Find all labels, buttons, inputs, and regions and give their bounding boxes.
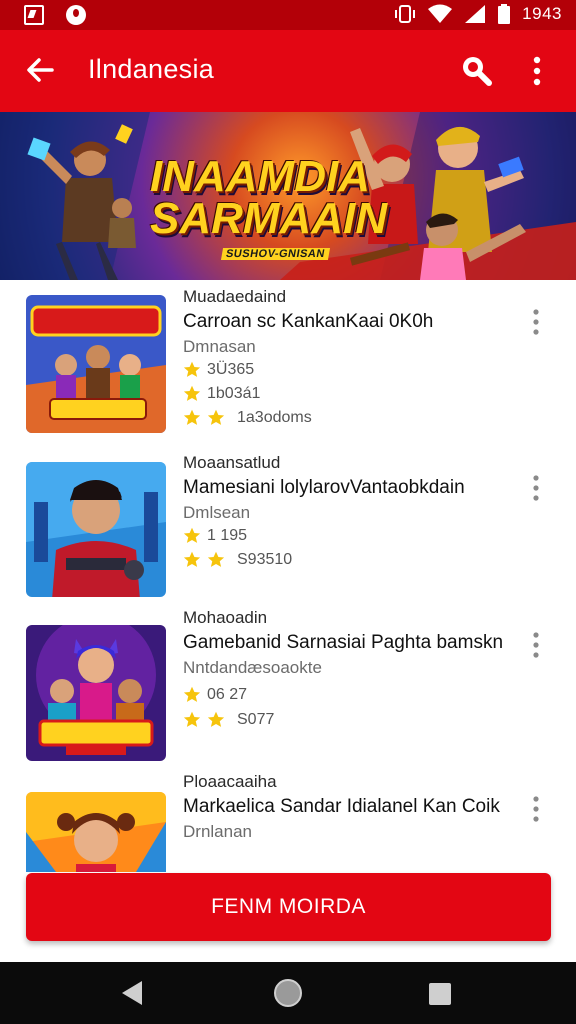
game-category: Dmnasan bbox=[183, 337, 256, 356]
star-icon bbox=[183, 361, 201, 377]
nav-recents-icon[interactable] bbox=[429, 983, 451, 1005]
game-title: Markaelica Sandar Idialanel Kan Coik bbox=[183, 796, 500, 817]
star-icon bbox=[183, 385, 201, 401]
banner-title-line2: SARMAAIN bbox=[150, 194, 388, 243]
rating-row: 1a3odoms bbox=[183, 409, 312, 427]
game-category: Drnlanan bbox=[183, 822, 252, 841]
rating-value: S93510 bbox=[237, 551, 293, 568]
gallery-notification-icon bbox=[24, 5, 44, 25]
rating-value: 1 195 bbox=[207, 527, 248, 544]
more-vert-icon[interactable] bbox=[526, 795, 546, 823]
game-category: Nntdandæsoaokte bbox=[183, 658, 322, 677]
wifi-icon bbox=[428, 4, 453, 23]
nav-back-icon[interactable] bbox=[120, 980, 144, 1006]
more-vert-icon[interactable] bbox=[522, 54, 552, 88]
game-developer: Ploaacaaiha bbox=[183, 772, 277, 791]
rating-value: 3Ü365 bbox=[207, 361, 255, 378]
game-title: Mamesiani lolylarovVantaobkdain bbox=[183, 477, 465, 498]
rating-row: 1 195 bbox=[183, 527, 247, 545]
game-thumbnail bbox=[26, 625, 166, 761]
app-bar: Ilndanesia bbox=[0, 30, 576, 112]
page-title: Ilndanesia bbox=[88, 54, 215, 84]
game-developer: Mohaoadin bbox=[183, 608, 268, 627]
primary-action-button[interactable]: FENM MOIRDA bbox=[26, 873, 551, 941]
game-thumbnail-art bbox=[26, 462, 166, 597]
game-thumbnail bbox=[26, 295, 166, 433]
battery-icon bbox=[498, 4, 511, 24]
search-icon[interactable] bbox=[458, 52, 494, 88]
game-title: Gamebanid Sarnasiai Paghta bamskn bbox=[183, 632, 504, 653]
star-icon bbox=[207, 711, 225, 727]
system-nav-bar bbox=[0, 962, 576, 1024]
game-developer: Muadaedaind bbox=[183, 287, 287, 306]
rating-row: 1b03á1 bbox=[183, 385, 260, 403]
nav-home-icon[interactable] bbox=[274, 979, 302, 1007]
vibrate-icon bbox=[395, 5, 416, 23]
game-thumbnail-art bbox=[26, 625, 166, 761]
rating-value: 06 27 bbox=[207, 686, 248, 703]
app-screen: 1943 Ilndanesia INAAMDIA SARMAAIN SUSHOV… bbox=[0, 0, 576, 1024]
star-icon bbox=[183, 409, 201, 425]
promo-banner[interactable]: INAAMDIA SARMAAIN SUSHOV-GNISAN bbox=[0, 112, 576, 280]
game-thumbnail-art bbox=[26, 295, 166, 433]
star-icon bbox=[183, 711, 201, 727]
game-category: Dmlsean bbox=[183, 503, 251, 522]
more-vert-icon[interactable] bbox=[526, 631, 546, 659]
game-developer: Moaansatlud bbox=[183, 453, 281, 472]
star-icon bbox=[207, 551, 225, 567]
banner-title: INAAMDIA SARMAAIN bbox=[150, 152, 388, 243]
game-thumbnail bbox=[26, 792, 166, 872]
rating-value: 1a3odoms bbox=[237, 409, 312, 426]
status-bar: 1943 bbox=[0, 0, 576, 30]
app-notification-icon bbox=[66, 5, 86, 25]
rating-row: 06 27 bbox=[183, 686, 247, 704]
game-thumbnail-art bbox=[26, 792, 166, 872]
clock: 1943 bbox=[522, 4, 562, 23]
star-icon bbox=[183, 527, 201, 543]
banner-title-line1: INAAMDIA bbox=[150, 152, 370, 201]
rating-row: 3Ü365 bbox=[183, 361, 254, 379]
star-icon bbox=[183, 686, 201, 702]
back-arrow-icon[interactable] bbox=[22, 52, 58, 88]
banner-subtitle: SUSHOV-GNISAN bbox=[220, 248, 330, 260]
game-thumbnail bbox=[26, 462, 166, 597]
game-title: Carroan sc KankanKaai 0K0h bbox=[183, 311, 434, 332]
rating-row: S93510 bbox=[183, 551, 292, 569]
more-vert-icon[interactable] bbox=[526, 308, 546, 336]
rating-value: 1b03á1 bbox=[207, 385, 261, 402]
rating-value: S077 bbox=[237, 711, 275, 728]
rating-row: S077 bbox=[183, 711, 274, 729]
star-icon bbox=[207, 409, 225, 425]
more-vert-icon[interactable] bbox=[526, 474, 546, 502]
signal-icon bbox=[465, 5, 486, 23]
star-icon bbox=[183, 551, 201, 567]
